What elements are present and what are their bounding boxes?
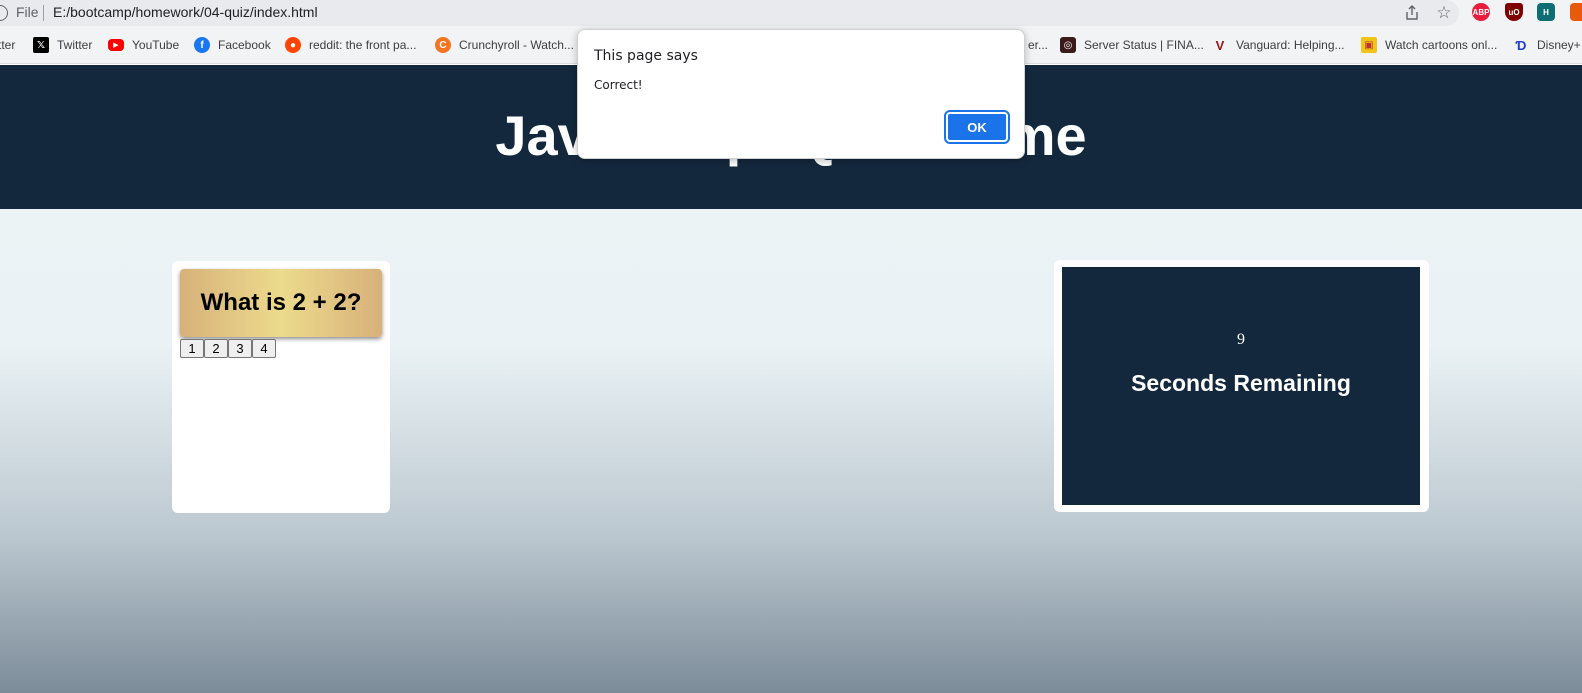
alert-title: This page says [594, 48, 698, 64]
x-logo-icon: 𝕏 [33, 37, 49, 53]
reddit-icon: ● [285, 37, 301, 53]
extension-icon[interactable] [1570, 3, 1582, 21]
youtube-icon: ▶ [108, 39, 124, 51]
timer-label: Seconds Remaining [1131, 370, 1351, 396]
bookmark-label: Facebook [218, 38, 271, 52]
answer-button-2[interactable]: 2 [204, 339, 228, 358]
alert-dialog: This page says Correct! OK [577, 29, 1025, 159]
url-text[interactable]: E:/bootcamp/homework/04-quiz/index.html [53, 4, 318, 20]
timer-panel: 9 Seconds Remaining [1062, 267, 1420, 505]
quiz-card: What is 2 + 2? 1 2 3 4 [172, 261, 390, 513]
bookmark-reddit[interactable]: ● reddit: the front pa... [285, 37, 416, 53]
file-scheme-label: File [16, 4, 39, 20]
adblock-plus-icon[interactable]: ABP [1472, 3, 1490, 21]
extension-h-icon[interactable]: H [1537, 3, 1555, 21]
bookmark-tter[interactable]: tter [0, 37, 15, 53]
share-icon[interactable] [1402, 3, 1422, 23]
bookmark-facebook[interactable]: f Facebook [194, 37, 271, 53]
bookmark-vanguard[interactable]: V Vanguard: Helping... [1212, 37, 1345, 53]
timer-card: 9 Seconds Remaining [1054, 260, 1429, 512]
crunchyroll-icon: C [435, 37, 451, 53]
bookmark-label: Server Status | FINA... [1084, 38, 1204, 52]
answer-button-4[interactable]: 4 [252, 339, 276, 358]
bookmark-crunchyroll[interactable]: C Crunchyroll - Watch... [435, 37, 574, 53]
bookmark-label: Disney+ [1537, 38, 1581, 52]
answer-button-3[interactable]: 3 [228, 339, 252, 358]
bookmark-hidden[interactable]: er... [1028, 37, 1048, 53]
facebook-icon: f [194, 37, 210, 53]
bookmark-label: er... [1028, 38, 1049, 52]
address-bar: File E:/bootcamp/homework/04-quiz/index.… [0, 0, 1582, 26]
alert-message: Correct! [594, 78, 643, 92]
question-text: What is 2 + 2? [180, 269, 382, 337]
bookmark-label: tter [0, 38, 16, 52]
disney-icon: Ɗ [1515, 37, 1527, 53]
bookmark-label: Crunchyroll - Watch... [459, 38, 574, 52]
bookmark-disney[interactable]: Ɗ Disney+ [1513, 37, 1581, 53]
bookmark-star-icon[interactable]: ☆ [1434, 3, 1454, 23]
page-content: JavaScript Quiz Game What is 2 + 2? 1 2 … [0, 65, 1582, 693]
omnibox-divider [43, 5, 44, 21]
bookmark-server-status[interactable]: ◎ Server Status | FINA... [1060, 37, 1204, 53]
vanguard-icon: V [1215, 37, 1225, 53]
bookmark-cartoons[interactable]: ▣ Watch cartoons onl... [1361, 37, 1497, 53]
bookmark-youtube[interactable]: ▶ YouTube [108, 37, 179, 53]
timer-count: 9 [1237, 331, 1245, 348]
answer-buttons: 1 2 3 4 [180, 339, 276, 358]
ublock-origin-icon[interactable]: uO [1505, 3, 1523, 21]
server-status-icon: ◎ [1060, 37, 1076, 53]
ok-button[interactable]: OK [944, 110, 1010, 144]
bookmark-label: Twitter [57, 38, 93, 52]
bookmark-label: reddit: the front pa... [309, 38, 417, 52]
bookmark-label: Vanguard: Helping... [1236, 38, 1345, 52]
answer-button-1[interactable]: 1 [180, 339, 204, 358]
bookmark-label: Watch cartoons onl... [1385, 38, 1498, 52]
bookmark-label: YouTube [132, 38, 180, 52]
bookmark-twitter[interactable]: 𝕏 Twitter [33, 37, 92, 53]
cartoons-icon: ▣ [1361, 37, 1377, 53]
